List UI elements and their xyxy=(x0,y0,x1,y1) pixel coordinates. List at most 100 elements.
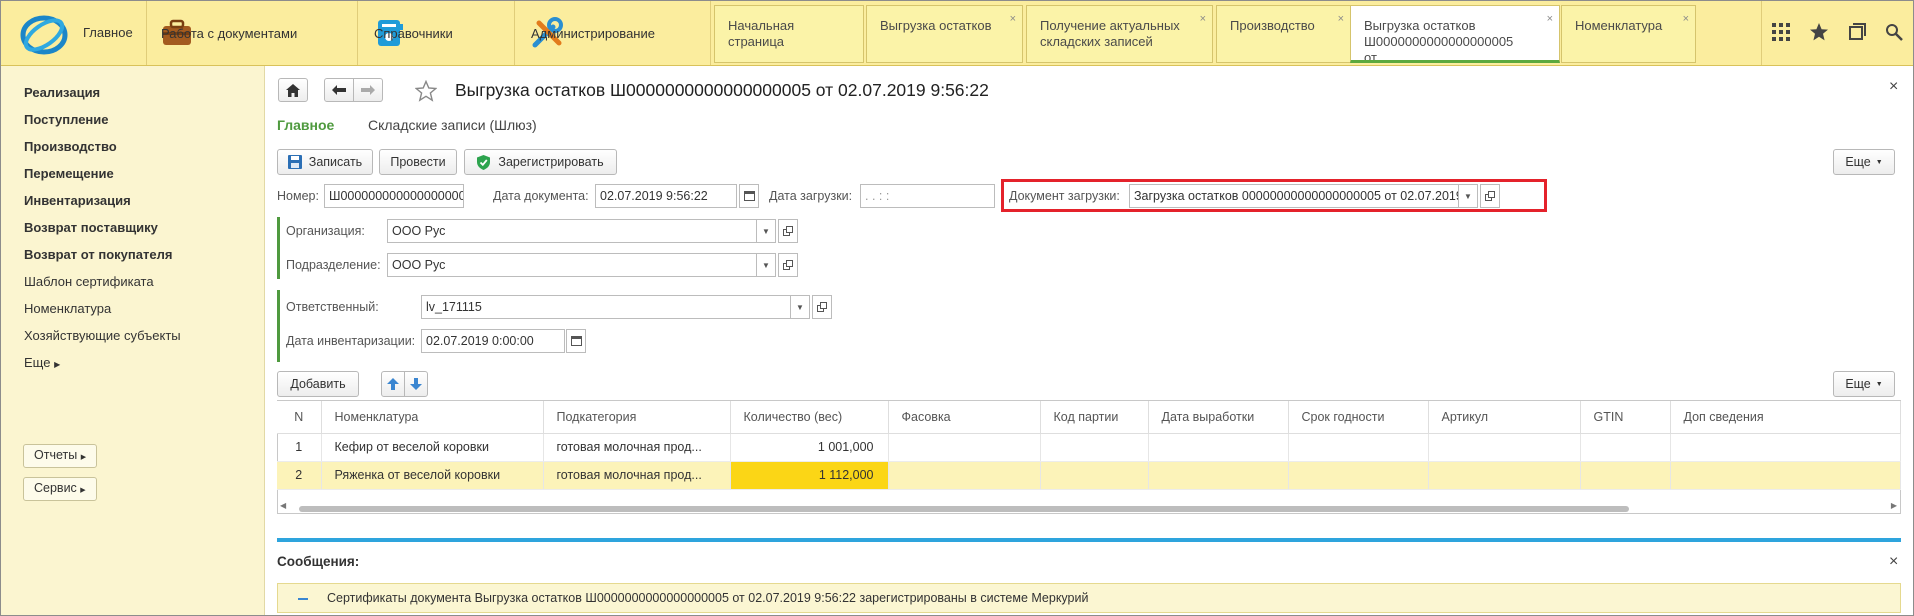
load-doc-open-button[interactable] xyxy=(1480,184,1500,208)
close-icon[interactable]: × xyxy=(1547,11,1553,27)
star-icon[interactable] xyxy=(1809,22,1829,45)
scroll-left-icon[interactable]: ◀ xyxy=(280,501,286,510)
close-icon[interactable]: × xyxy=(1338,11,1344,27)
col-n[interactable]: N xyxy=(277,401,322,434)
col-extra-info[interactable]: Доп сведения xyxy=(1670,401,1901,434)
cell-quantity[interactable]: 1 112,000 xyxy=(730,461,889,490)
responsible-dropdown[interactable]: ▼ xyxy=(791,295,810,319)
col-nomenclature[interactable]: Номенклатура xyxy=(321,401,544,434)
col-packing[interactable]: Фасовка xyxy=(888,401,1041,434)
cell-production-date[interactable] xyxy=(1148,433,1289,462)
col-quantity[interactable]: Количество (вес) xyxy=(730,401,889,434)
apps-grid-icon[interactable] xyxy=(1771,22,1790,44)
cell-packing[interactable] xyxy=(888,461,1041,490)
sidebar-item-more[interactable]: Еще ▶ xyxy=(24,355,60,370)
close-icon[interactable]: × xyxy=(1200,11,1206,27)
tab-home[interactable]: Начальная страница xyxy=(714,5,864,63)
forward-button[interactable] xyxy=(353,78,383,102)
load-doc-field[interactable]: Загрузка остатков 00000000000000000005 о… xyxy=(1129,184,1459,208)
close-form-icon[interactable]: × xyxy=(1889,78,1898,96)
division-field[interactable]: ООО Рус xyxy=(387,253,757,277)
cell-subcategory[interactable]: готовая молочная прод... xyxy=(543,461,731,490)
table-row[interactable]: 2 Ряженка от веселой коровки готовая мол… xyxy=(277,461,1901,490)
cell-batch-code[interactable] xyxy=(1040,433,1149,462)
close-icon[interactable]: × xyxy=(1683,11,1689,27)
org-field[interactable]: ООО Рус xyxy=(387,219,757,243)
cell-batch-code[interactable] xyxy=(1040,461,1149,490)
sidebar-item-nomenclature[interactable]: Номенклатура xyxy=(24,301,111,316)
history-icon[interactable] xyxy=(1848,22,1867,44)
cell-expiry[interactable] xyxy=(1288,461,1429,490)
cell-quantity[interactable]: 1 001,000 xyxy=(730,433,889,462)
col-article[interactable]: Артикул xyxy=(1428,401,1581,434)
sidebar-item-return-customer[interactable]: Возврат от покупателя xyxy=(24,247,172,262)
tab-production[interactable]: Производство × xyxy=(1216,5,1351,63)
messages-close-icon[interactable]: × xyxy=(1889,553,1898,571)
scroll-right-icon[interactable]: ▶ xyxy=(1891,501,1897,510)
load-date-field[interactable]: . . : : xyxy=(860,184,995,208)
col-batch-code[interactable]: Код партии xyxy=(1040,401,1149,434)
section-main[interactable]: Главное xyxy=(1,1,147,65)
search-icon[interactable] xyxy=(1885,23,1904,44)
move-down-button[interactable] xyxy=(404,371,428,397)
number-field[interactable]: Ш0000000000000000005 xyxy=(324,184,464,208)
cell-nomenclature[interactable]: Ряженка от веселой коровки xyxy=(321,461,544,490)
nav-main-link[interactable]: Главное xyxy=(277,117,334,133)
load-doc-dropdown[interactable]: ▼ xyxy=(1459,184,1478,208)
cell-subcategory[interactable]: готовая молочная прод... xyxy=(543,433,731,462)
scrollbar-thumb[interactable] xyxy=(299,506,1629,512)
sidebar-item-entities[interactable]: Хозяйствующие субъекты xyxy=(24,328,181,343)
cell-expiry[interactable] xyxy=(1288,433,1429,462)
more-button[interactable]: Еще ▼ xyxy=(1833,149,1895,175)
sidebar-item-return-supplier[interactable]: Возврат поставщику xyxy=(24,220,158,235)
section-documents[interactable]: Работа с документами xyxy=(147,1,358,65)
cell-article[interactable] xyxy=(1428,433,1581,462)
cell-production-date[interactable] xyxy=(1148,461,1289,490)
col-subcategory[interactable]: Подкатегория xyxy=(543,401,731,434)
cell-gtin[interactable] xyxy=(1580,433,1671,462)
sidebar-item-receipts[interactable]: Поступление xyxy=(24,112,109,127)
cell-gtin[interactable] xyxy=(1580,461,1671,490)
cell-extra-info[interactable] xyxy=(1670,433,1901,462)
division-dropdown[interactable]: ▼ xyxy=(757,253,776,277)
save-button[interactable]: Записать xyxy=(277,149,373,175)
inv-date-field[interactable]: 02.07.2019 0:00:00 xyxy=(421,329,565,353)
doc-date-field[interactable]: 02.07.2019 9:56:22 xyxy=(595,184,737,208)
calendar-button[interactable] xyxy=(739,184,759,208)
tab-warehouse-records[interactable]: Получение актуальных складских записей × xyxy=(1026,5,1213,63)
reports-button[interactable]: Отчеты ▶ xyxy=(23,444,98,468)
sidebar-item-transfer[interactable]: Перемещение xyxy=(24,166,114,181)
message-item[interactable]: Сертификаты документа Выгрузка остатков … xyxy=(277,583,1901,613)
tab-stock-upload[interactable]: Выгрузка остатков × xyxy=(866,5,1023,63)
org-dropdown[interactable]: ▼ xyxy=(757,219,776,243)
favorite-star-icon[interactable] xyxy=(415,80,437,102)
horizontal-scrollbar[interactable]: ◀ ▶ xyxy=(279,501,1899,512)
table-more-button[interactable]: Еще ▼ xyxy=(1833,371,1895,397)
cell-extra-info[interactable] xyxy=(1670,461,1901,490)
division-open-button[interactable] xyxy=(778,253,798,277)
col-production-date[interactable]: Дата выработки xyxy=(1148,401,1289,434)
register-button[interactable]: Зарегистрировать xyxy=(464,149,617,175)
home-button[interactable] xyxy=(278,78,308,102)
col-gtin[interactable]: GTIN xyxy=(1580,401,1671,434)
service-button[interactable]: Сервис ▶ xyxy=(23,477,97,501)
cell-packing[interactable] xyxy=(888,433,1041,462)
org-open-button[interactable] xyxy=(778,219,798,243)
close-icon[interactable]: × xyxy=(1010,11,1016,27)
add-row-button[interactable]: Добавить xyxy=(277,371,359,397)
back-button[interactable] xyxy=(324,78,354,102)
nav-warehouse-link[interactable]: Складские записи (Шлюз) xyxy=(368,117,537,133)
tab-nomenclature[interactable]: Номенклатура × xyxy=(1561,5,1696,63)
sidebar-item-sales[interactable]: Реализация xyxy=(24,85,100,100)
post-button[interactable]: Провести xyxy=(379,149,457,175)
section-admin[interactable]: Администрирование xyxy=(515,1,711,65)
move-up-button[interactable] xyxy=(381,371,405,397)
tab-current-document[interactable]: Выгрузка остатков Ш0000000000000000005 о… xyxy=(1350,5,1560,63)
responsible-open-button[interactable] xyxy=(812,295,832,319)
col-expiry[interactable]: Срок годности xyxy=(1288,401,1429,434)
section-references[interactable]: Справочники xyxy=(358,1,515,65)
table-row[interactable]: 1 Кефир от веселой коровки готовая молоч… xyxy=(277,433,1901,462)
sidebar-item-cert-template[interactable]: Шаблон сертификата xyxy=(24,274,154,289)
responsible-field[interactable]: lv_171115 xyxy=(421,295,791,319)
cell-nomenclature[interactable]: Кефир от веселой коровки xyxy=(321,433,544,462)
